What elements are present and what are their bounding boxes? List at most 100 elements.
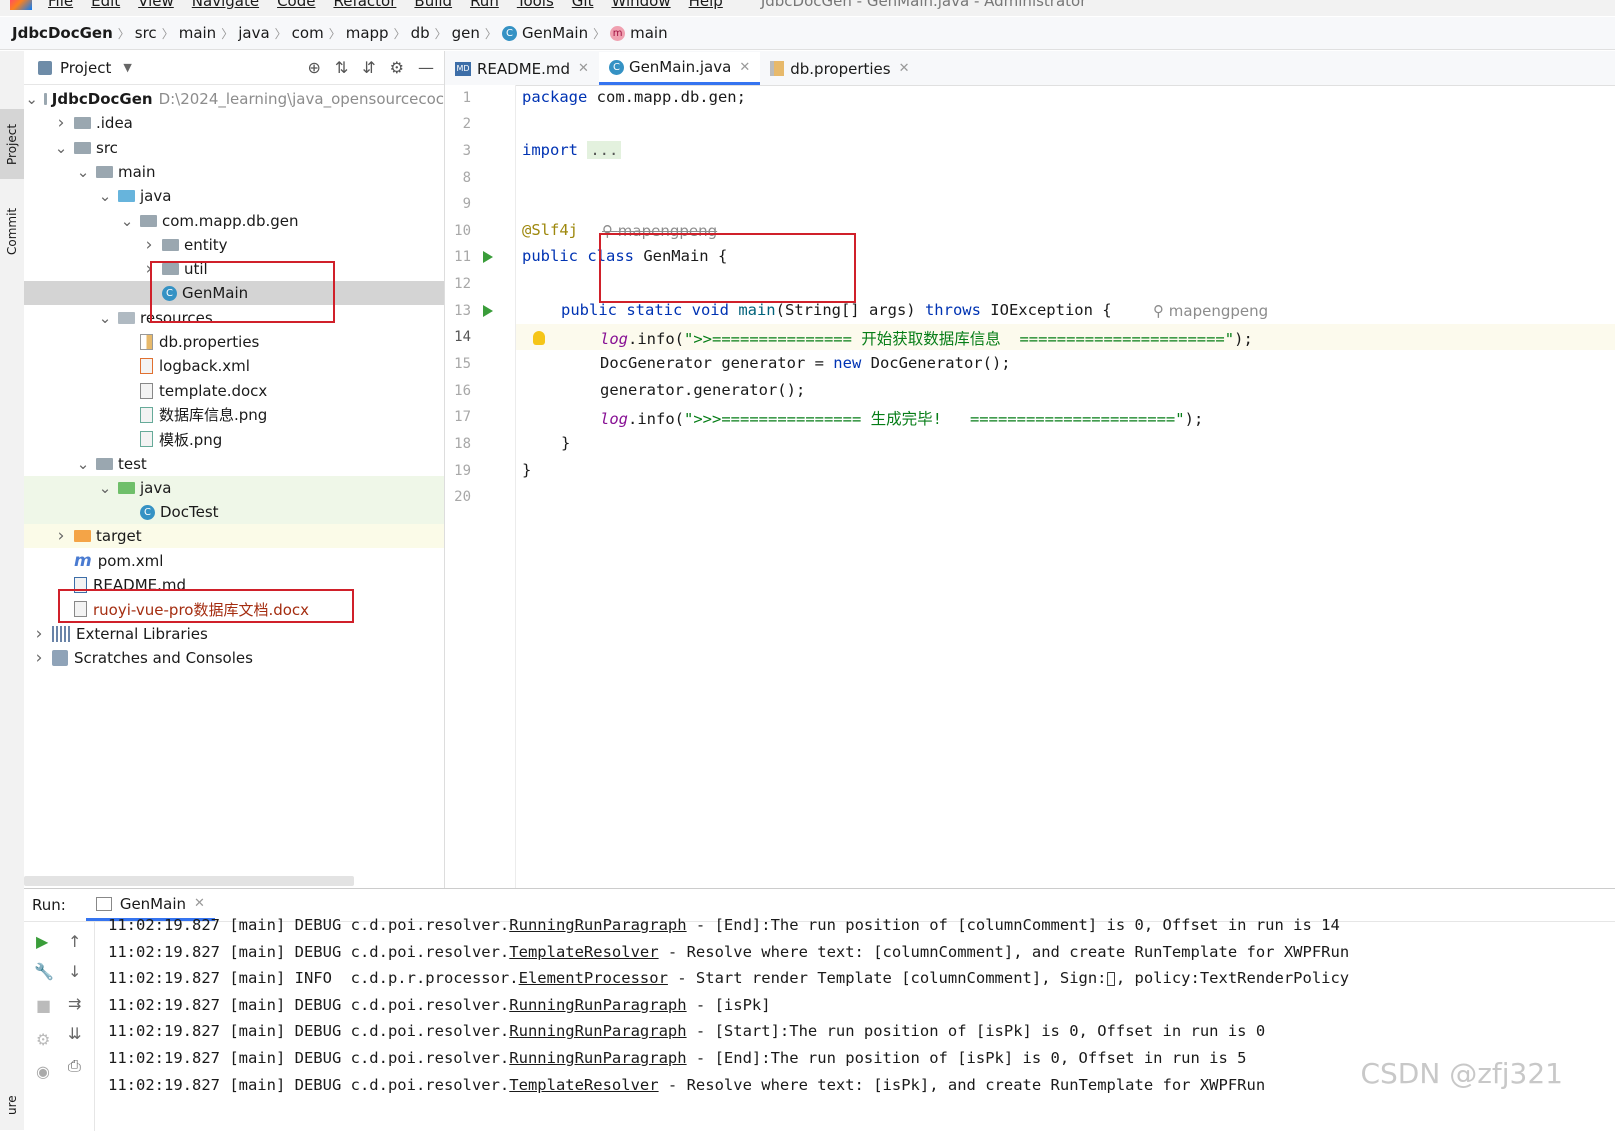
breadcrumb-mapp[interactable]: mapp xyxy=(346,24,389,42)
tree-item[interactable]: ⌄ main xyxy=(24,160,444,184)
tree-item[interactable]: ⌄ java xyxy=(24,184,444,208)
menu-tools[interactable]: Tools xyxy=(517,0,554,10)
run-gutter-icon[interactable] xyxy=(483,251,493,263)
tree-item[interactable]: › Scratches and Consoles xyxy=(24,646,444,670)
soft-wrap-icon[interactable]: ⇉ xyxy=(68,994,81,1013)
wrench-icon[interactable]: 🔧 xyxy=(34,962,54,981)
chevron-down-icon[interactable]: ⌄ xyxy=(120,213,134,228)
tab-db-properties[interactable]: db.properties ✕ xyxy=(760,52,919,85)
tree-item[interactable]: ⌄ java xyxy=(24,475,444,500)
print-icon[interactable]: ⎙ xyxy=(68,1056,81,1076)
chevron-right-icon[interactable]: › xyxy=(32,624,46,644)
log-class-link[interactable]: RunningRunParagraph xyxy=(509,916,686,934)
run-gutter-icon[interactable] xyxy=(483,305,493,317)
menu-refactor[interactable]: Refactor xyxy=(333,0,396,10)
chevron-down-icon[interactable]: ⌄ xyxy=(98,310,112,325)
chevron-down-icon[interactable]: ⌄ xyxy=(98,480,112,495)
locate-file-icon[interactable]: ⊕ xyxy=(307,58,320,77)
horizontal-scrollbar[interactable] xyxy=(24,876,354,886)
log-class-link[interactable]: RunningRunParagraph xyxy=(509,1049,686,1067)
rerun-icon[interactable]: ▶ xyxy=(36,932,48,951)
chevron-right-icon[interactable]: › xyxy=(142,259,156,279)
author-hint[interactable]: ⚲ mapengpeng xyxy=(1153,302,1268,320)
project-tool-tab[interactable]: Project xyxy=(0,109,24,179)
log-class-link[interactable]: RunningRunParagraph xyxy=(509,1022,686,1040)
menu-git[interactable]: Git xyxy=(572,0,594,10)
lightbulb-icon[interactable] xyxy=(533,331,545,345)
breadcrumb-gen[interactable]: gen xyxy=(452,24,480,42)
structure-tool-tab[interactable]: ure xyxy=(0,1080,24,1130)
breadcrumb-project[interactable]: JdbcDocGen xyxy=(12,24,113,42)
tree-item[interactable]: › External Libraries xyxy=(24,622,444,646)
chevron-right-icon[interactable]: › xyxy=(54,113,68,133)
expand-all-icon[interactable]: ⇅ xyxy=(335,58,348,77)
commit-tool-tab[interactable]: Commit xyxy=(0,191,24,271)
breadcrumb-java[interactable]: java xyxy=(238,24,269,42)
close-icon[interactable]: ✕ xyxy=(578,61,589,76)
chevron-down-icon[interactable]: ⌄ xyxy=(76,456,90,471)
log-class-link[interactable]: ElementProcessor xyxy=(519,969,668,987)
scroll-to-end-icon[interactable]: ⇊ xyxy=(68,1024,81,1043)
tree-item[interactable]: › target xyxy=(24,524,444,549)
close-icon[interactable]: ✕ xyxy=(194,896,205,911)
log-class-link[interactable]: TemplateResolver xyxy=(509,943,658,961)
tab-genmain[interactable]: C GenMain.java ✕ xyxy=(598,52,761,85)
tree-item[interactable]: ⌄ resources xyxy=(24,306,444,330)
breadcrumb-src[interactable]: src xyxy=(135,24,157,42)
settings-gear-icon[interactable]: ⚙ xyxy=(390,58,404,77)
breadcrumb-method-main[interactable]: main xyxy=(630,24,667,42)
tree-item[interactable]: 数据库信息.png xyxy=(24,403,444,427)
breadcrumb-main[interactable]: main xyxy=(179,24,216,42)
chevron-right-icon[interactable]: › xyxy=(54,526,68,546)
log-class-link[interactable]: RunningRunParagraph xyxy=(509,996,686,1014)
menu-file[interactable]: File xyxy=(48,0,73,10)
menu-navigate[interactable]: Navigate xyxy=(192,0,259,10)
tab-readme[interactable]: MD README.md ✕ xyxy=(445,52,599,85)
close-icon[interactable]: ✕ xyxy=(739,60,750,75)
up-arrow-icon[interactable]: ↑ xyxy=(68,932,81,951)
menu-run[interactable]: Run xyxy=(470,0,499,10)
tree-item[interactable]: › util xyxy=(24,257,444,281)
menu-window[interactable]: Window xyxy=(611,0,670,10)
menu-edit[interactable]: Edit xyxy=(91,0,120,10)
chevron-right-icon[interactable]: › xyxy=(142,235,156,255)
chevron-right-icon[interactable]: › xyxy=(32,648,46,668)
tree-item[interactable]: ⌄ JdbcDocGen D:\2024_learning\java_opensou… xyxy=(24,87,444,111)
tree-item[interactable]: m pom.xml xyxy=(24,549,444,573)
tree-item[interactable]: ⌄ test xyxy=(24,452,444,476)
down-arrow-icon[interactable]: ↓ xyxy=(68,962,81,981)
breadcrumb-db[interactable]: db xyxy=(411,24,430,42)
dropdown-arrow-icon[interactable]: ▼ xyxy=(123,61,131,74)
tree-item[interactable]: › entity xyxy=(24,233,444,257)
breadcrumb-genmain[interactable]: GenMain xyxy=(522,24,588,42)
tree-item[interactable]: 模板.png xyxy=(24,427,444,451)
stop-icon[interactable]: ■ xyxy=(36,996,51,1015)
tree-item[interactable]: ⌄ com.mapp.db.gen xyxy=(24,209,444,233)
close-icon[interactable]: ✕ xyxy=(899,61,910,76)
tree-item[interactable]: db.properties xyxy=(24,330,444,354)
console-output[interactable]: 11:02:19.827 [main] DEBUG c.d.poi.resolv… xyxy=(108,912,1349,1098)
tree-item[interactable]: ruoyi-vue-pro数据库文档.docx xyxy=(24,597,444,621)
tree-item[interactable]: C DocTest xyxy=(24,500,444,525)
tree-item[interactable]: C GenMain xyxy=(24,281,444,306)
tree-item[interactable]: logback.xml xyxy=(24,354,444,378)
hide-panel-icon[interactable]: — xyxy=(418,58,434,77)
tree-item[interactable]: template.docx xyxy=(24,379,444,403)
breadcrumb-com[interactable]: com xyxy=(292,24,324,42)
chevron-down-icon[interactable]: ⌄ xyxy=(76,164,90,179)
collapse-all-icon[interactable]: ⇵ xyxy=(362,58,375,77)
author-hint[interactable]: ⚲ mapengpeng xyxy=(602,222,717,240)
menu-build[interactable]: Build xyxy=(414,0,452,10)
project-panel-title[interactable]: Project xyxy=(60,59,111,77)
menu-view[interactable]: View xyxy=(138,0,174,10)
menu-code[interactable]: Code xyxy=(277,0,315,10)
menu-help[interactable]: Help xyxy=(689,0,723,10)
tree-item[interactable]: › .idea xyxy=(24,111,444,135)
camera-icon[interactable]: ◉ xyxy=(36,1062,50,1081)
folded-imports[interactable]: ... xyxy=(587,141,622,159)
restore-layout-icon[interactable]: ⚙ xyxy=(36,1030,50,1049)
chevron-down-icon[interactable]: ⌄ xyxy=(25,92,38,107)
tree-item[interactable]: README.md xyxy=(24,573,444,597)
chevron-down-icon[interactable]: ⌄ xyxy=(98,189,112,204)
tree-item[interactable]: ⌄ src xyxy=(24,136,444,160)
